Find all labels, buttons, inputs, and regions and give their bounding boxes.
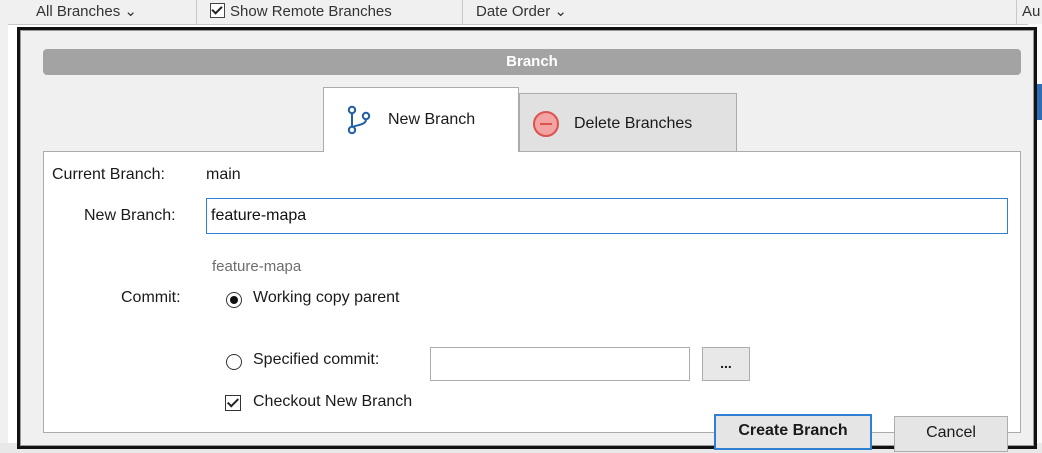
author-column-header: Au xyxy=(1022,3,1041,20)
specified-commit-radio[interactable] xyxy=(226,354,242,370)
order-dropdown[interactable]: Date Order ⌄ xyxy=(476,2,567,22)
new-branch-label: New Branch: xyxy=(84,207,176,224)
tab-delete-branches[interactable]: Delete Branches xyxy=(519,93,737,153)
branch-name-preview: feature-mapa xyxy=(212,258,302,275)
chevron-down-icon: ⌄ xyxy=(554,3,567,20)
minus-circle-icon xyxy=(532,110,560,138)
checkout-new-branch-label: Checkout New Branch xyxy=(253,393,413,410)
working-copy-parent-label: Working copy parent xyxy=(253,289,400,306)
specified-commit-input[interactable] xyxy=(430,347,690,381)
working-copy-parent-radio[interactable] xyxy=(226,292,242,308)
new-branch-panel: Current Branch: main New Branch: feature… xyxy=(43,151,1021,452)
chevron-down-icon: ⌄ xyxy=(124,3,137,20)
checkout-new-branch-checkbox[interactable] xyxy=(225,395,241,411)
create-branch-button[interactable]: Create Branch xyxy=(714,414,872,450)
specified-commit-label: Specified commit: xyxy=(253,351,380,368)
commit-label: Commit: xyxy=(121,289,181,306)
tab-delete-branches-label: Delete Branches xyxy=(574,114,693,132)
branch-dialog: Branch New Branch Delete Branches Curren… xyxy=(20,30,1034,452)
current-branch-label: Current Branch: xyxy=(52,166,165,183)
checkbox-icon xyxy=(210,3,225,18)
tab-new-branch-label: New Branch xyxy=(388,111,476,128)
dialog-title: Branch xyxy=(43,49,1021,75)
cancel-button[interactable]: Cancel xyxy=(894,416,1008,452)
new-branch-input[interactable] xyxy=(206,198,1008,234)
current-branch-value: main xyxy=(206,166,241,183)
show-remote-branches-checkbox[interactable]: Show Remote Branches xyxy=(210,2,392,22)
tab-new-branch[interactable]: New Branch xyxy=(323,87,519,152)
branches-filter-dropdown[interactable]: All Branches ⌄ xyxy=(36,2,137,22)
background-left-edge xyxy=(0,24,8,453)
background-toolbar: All Branches ⌄ Show Remote Branches Date… xyxy=(0,0,1042,25)
browse-commit-button[interactable]: ... xyxy=(702,347,750,381)
branch-icon xyxy=(346,105,372,135)
